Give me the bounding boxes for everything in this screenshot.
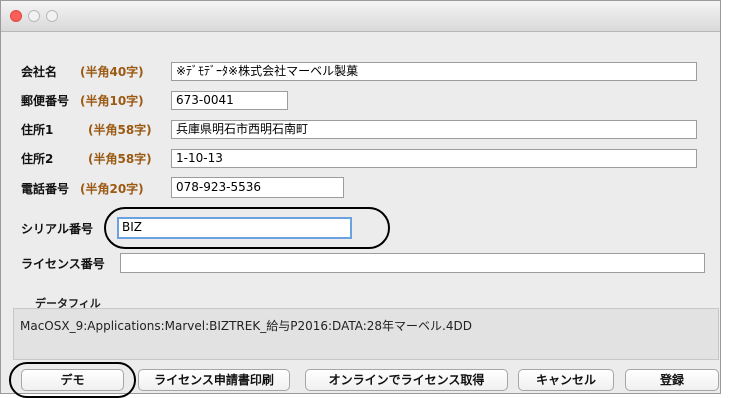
address2-hint: (半角58字) [88, 152, 152, 166]
phone-hint: (半角20字) [80, 182, 144, 196]
address1-field[interactable]: 兵庫県明石市西明石南町 [171, 120, 697, 139]
print-application-button[interactable]: ライセンス申請書印刷 [138, 369, 290, 391]
datafile-group-box [13, 308, 719, 360]
address2-label: 住所2 [21, 152, 54, 166]
address2-field[interactable]: 1-10-13 [171, 149, 697, 168]
postal-code-field[interactable]: 673-0041 [171, 91, 288, 110]
zoom-window-icon[interactable] [46, 10, 58, 22]
serial-number-field[interactable]: BIZ [117, 217, 352, 239]
title-bar [1, 1, 720, 32]
phone-field[interactable]: 078-923-5536 [171, 177, 344, 198]
minimize-window-icon[interactable] [28, 10, 40, 22]
online-license-button[interactable]: オンラインでライセンス取得 [305, 369, 508, 391]
company-hint: (半角40字) [80, 65, 144, 79]
address1-hint: (半角58字) [88, 123, 152, 137]
datafile-path: MacOSX_9:Applications:Marvel:BIZTREK_給与P… [20, 319, 472, 333]
phone-label: 電話番号 [21, 182, 70, 196]
serial-label: シリアル番号 [21, 222, 94, 236]
license-label: ライセンス番号 [21, 257, 105, 271]
demo-button[interactable]: デモ [21, 369, 124, 391]
postal-label: 郵便番号 [21, 94, 70, 108]
register-button[interactable]: 登録 [625, 369, 719, 391]
close-window-icon[interactable] [10, 10, 22, 22]
license-number-field[interactable] [120, 253, 705, 273]
address1-label: 住所1 [21, 123, 54, 137]
postal-hint: (半角10字) [80, 94, 144, 108]
cancel-button[interactable]: キャンセル [518, 369, 614, 391]
company-label: 会社名 [21, 65, 58, 79]
company-name-field[interactable]: ※ﾃﾞﾓﾃﾞｰﾀ※株式会社マーベル製菓 [171, 62, 697, 81]
